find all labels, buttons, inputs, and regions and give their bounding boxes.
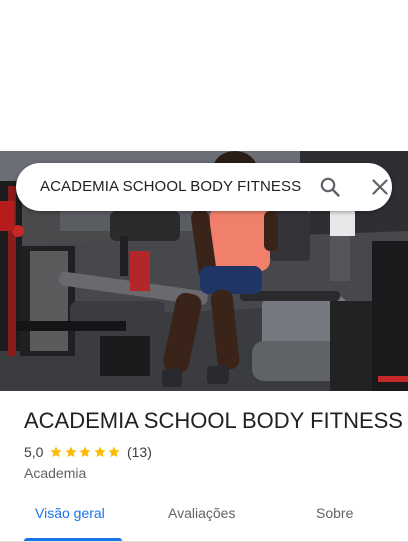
reviews-count[interactable]: (13) — [127, 444, 152, 460]
rating-stars — [49, 445, 122, 459]
place-title: ACADEMIA SCHOOL BODY FITNESS — [24, 408, 403, 433]
search-icon[interactable] — [318, 175, 342, 199]
star-icon — [108, 446, 121, 458]
star-icon — [94, 446, 106, 458]
place-category[interactable]: Academia — [24, 464, 86, 482]
search-input[interactable]: ACADEMIA SCHOOL BODY FITNESS — [40, 177, 306, 197]
tab-about[interactable]: Sobre — [316, 504, 353, 522]
star-icon — [65, 446, 77, 458]
star-icon — [79, 446, 92, 458]
star-icon — [50, 446, 63, 458]
tab-reviews[interactable]: Avaliações — [168, 504, 235, 522]
search-bar[interactable]: ACADEMIA SCHOOL BODY FITNESS — [16, 163, 392, 211]
place-page: ACADEMIA SCHOOL BODY FITNESS ACADEMIA SC… — [0, 0, 408, 542]
rating-row[interactable]: 5,0 (13) — [24, 443, 152, 461]
rating-value: 5,0 — [24, 444, 44, 460]
close-icon[interactable] — [368, 175, 392, 199]
top-blank-area — [0, 0, 408, 151]
tab-overview[interactable]: Visão geral — [35, 504, 105, 522]
place-tabs: Visão geral Avaliações Sobre — [0, 500, 408, 542]
